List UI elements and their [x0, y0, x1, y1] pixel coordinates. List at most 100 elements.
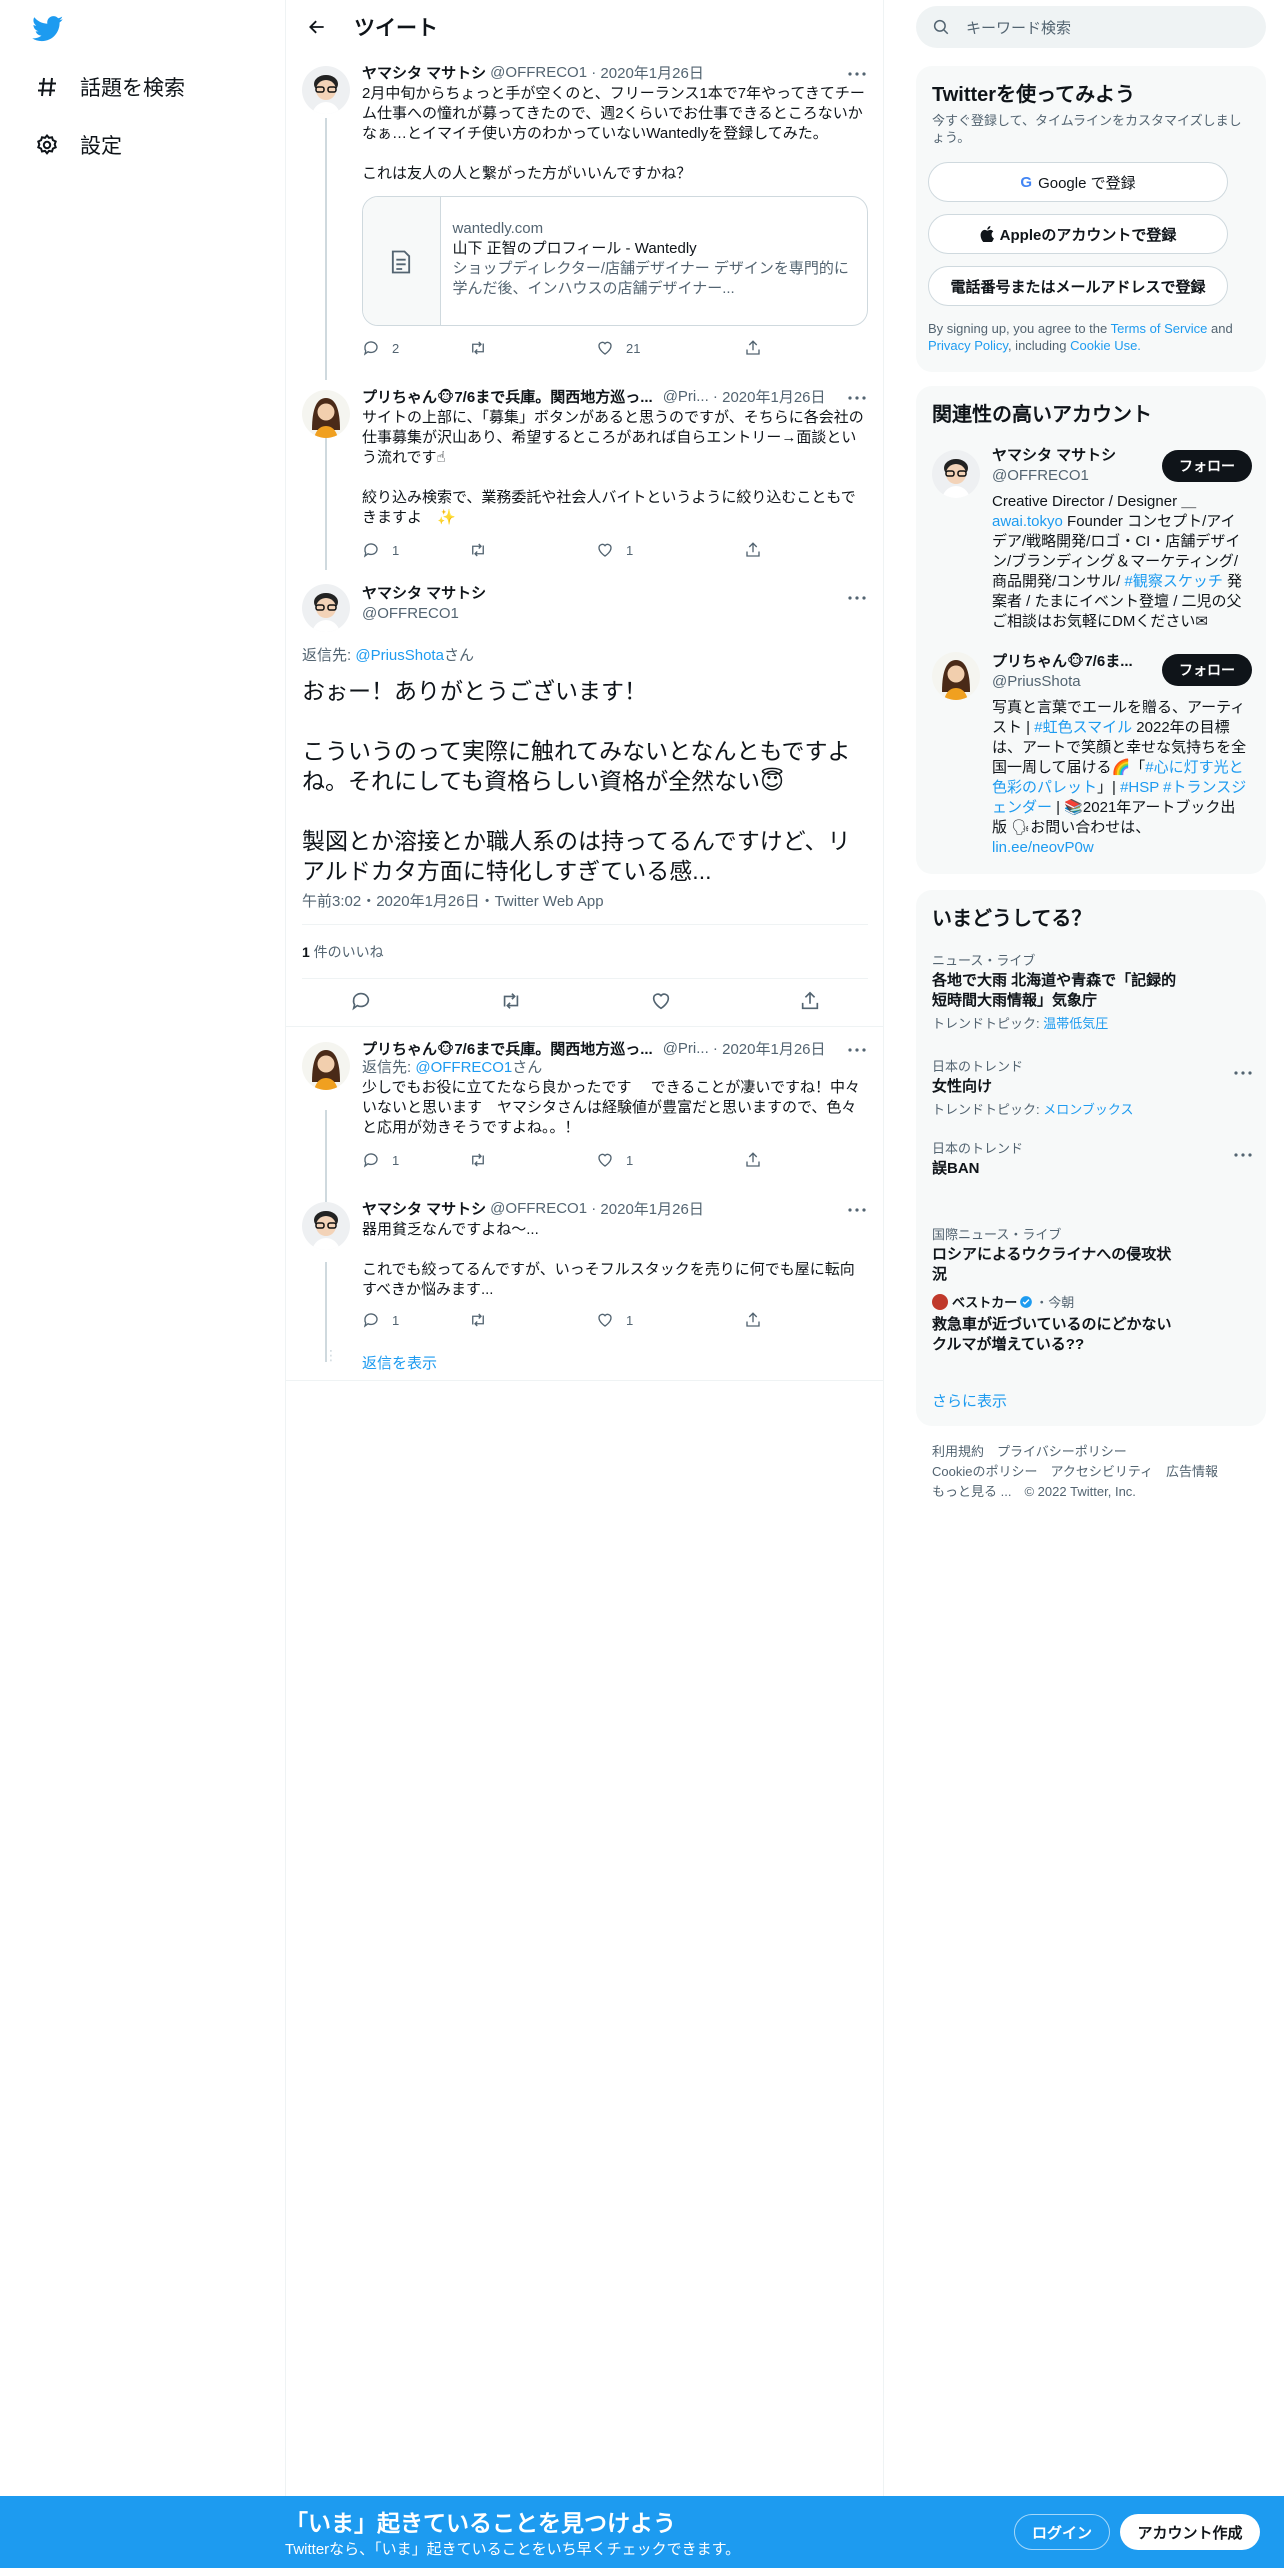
tweet[interactable]: ヤマシタ マサトシ @OFFRECO1 · 2020年1月26日 器用貧乏なんで…	[286, 1198, 884, 1330]
like-button[interactable]: 1	[596, 1151, 744, 1169]
share-icon[interactable]	[799, 990, 821, 1017]
more-options-icon[interactable]	[1234, 1144, 1252, 1162]
share-button[interactable]	[744, 1151, 850, 1169]
reply-to-link[interactable]: @PriusShota	[355, 647, 444, 664]
reply-to-link[interactable]: @OFFRECO1	[415, 1059, 512, 1076]
more-options-icon[interactable]	[846, 1200, 868, 1220]
retweet-button[interactable]	[468, 339, 596, 357]
privacy-link[interactable]: Privacy Policy	[928, 338, 1008, 353]
tweet[interactable]: プリちゃん🐵7/6まで兵庫。関西地方巡っ... @Pri... · 2020年1…	[286, 1038, 884, 1170]
author-name[interactable]: プリちゃん🐵7/6まで兵庫。関西地方巡っ...	[362, 1038, 653, 1059]
login-button[interactable]: ログイン	[1014, 2514, 1110, 2550]
show-more-link[interactable]: さらに表示	[932, 1390, 1007, 1411]
tweet-header: プリちゃん🐵7/6まで兵庫。関西地方巡っ... @Pri... · 2020年1…	[362, 1038, 826, 1059]
follow-button[interactable]: フォロー	[1162, 654, 1252, 686]
back-arrow-icon[interactable]	[300, 10, 334, 44]
account-name[interactable]: ヤマシタ マサトシ	[992, 446, 1116, 466]
like-button[interactable]: 21	[596, 339, 744, 357]
author-name[interactable]: ヤマシタ マサトシ	[362, 1198, 486, 1219]
nav-settings-label: 設定	[80, 135, 122, 158]
footer-line[interactable]: 利用規約 プライバシーポリシー	[932, 1442, 1218, 1462]
reply-button[interactable]: 1	[362, 541, 468, 559]
bio-link[interactable]: lin.ee/neovP0w	[992, 839, 1094, 856]
tweet-date[interactable]: 2020年1月26日	[722, 1038, 825, 1059]
avatar[interactable]	[302, 66, 350, 114]
likes-summary[interactable]: 1 件のいいね	[302, 942, 384, 962]
reply-icon[interactable]	[350, 990, 372, 1017]
link-card[interactable]: wantedly.com 山下 正智のプロフィール - Wantedly ショッ…	[362, 196, 868, 326]
author-name[interactable]: プリちゃん🐵7/6まで兵庫。関西地方巡っ...	[362, 386, 653, 407]
author-handle[interactable]: @Pri...	[663, 388, 709, 405]
bio-link[interactable]: awai.tokyo	[992, 513, 1063, 530]
reply-button[interactable]: 2	[362, 339, 468, 357]
bio-hashtag[interactable]: #虹色スマイル	[1034, 719, 1132, 736]
more-options-icon[interactable]	[1234, 1062, 1252, 1080]
footer-more[interactable]: もっと見る ...	[932, 1484, 1011, 1499]
share-button[interactable]	[744, 541, 850, 559]
tweet-date[interactable]: 2020年1月26日	[722, 386, 825, 407]
phone-email-signup-button[interactable]: 電話番号またはメールアドレスで登録	[928, 266, 1228, 306]
avatar[interactable]	[932, 450, 980, 498]
trend-item[interactable]: 日本のトレンド 誤BAN	[932, 1138, 1252, 1179]
account-handle[interactable]: @PriusShota	[992, 672, 1142, 692]
author-handle[interactable]: @Pri...	[663, 1040, 709, 1057]
retweet-button[interactable]	[468, 541, 596, 559]
more-options-icon[interactable]	[846, 388, 868, 408]
trend-item[interactable]: 国際ニュース・ライブ ロシアによるウクライナへの侵攻状況	[932, 1224, 1252, 1285]
author-name[interactable]: ヤマシタ マサトシ	[362, 584, 486, 604]
more-options-icon[interactable]	[846, 1040, 868, 1060]
author-handle[interactable]: @OFFRECO1	[490, 1200, 587, 1217]
terms-link[interactable]: Terms of Service	[1111, 321, 1208, 336]
author-handle[interactable]: @OFFRECO1	[362, 604, 486, 624]
nav-explore[interactable]: 話題を検索	[34, 72, 185, 102]
footer-line[interactable]: Cookieのポリシー アクセシビリティ 広告情報	[932, 1462, 1218, 1482]
cookie-link[interactable]: Cookie Use.	[1070, 338, 1141, 353]
retweet-icon[interactable]	[499, 990, 523, 1017]
retweet-button[interactable]	[468, 1151, 596, 1169]
more-options-icon[interactable]	[846, 588, 868, 608]
avatar[interactable]	[932, 652, 980, 700]
heart-icon[interactable]	[650, 990, 672, 1017]
share-button[interactable]	[744, 339, 850, 357]
bio-hashtag[interactable]: #観察スケッチ	[1125, 573, 1223, 590]
footer-links: 利用規約 プライバシーポリシー Cookieのポリシー アクセシビリティ 広告情…	[932, 1442, 1218, 1502]
apple-signup-button[interactable]: Appleのアカウントで登録	[928, 214, 1228, 254]
account-card[interactable]: プリちゃん🐵7/6ま... @PriusShota フォロー 写真と言葉でエール…	[916, 652, 1266, 862]
tweet-text: 器用貧乏なんですよね〜... これでも絞ってるんですが、いっそフルスタックを売り…	[362, 1221, 855, 1298]
account-name[interactable]: プリちゃん🐵7/6ま...	[992, 652, 1142, 672]
more-options-icon[interactable]	[846, 64, 868, 84]
apple-icon	[980, 226, 994, 242]
show-replies-link[interactable]: 返信を表示	[362, 1352, 437, 1373]
tweet[interactable]: プリちゃん🐵7/6まで兵庫。関西地方巡っ... @Pri... · 2020年1…	[286, 386, 884, 560]
account-bio: 写真と言葉でエールを贈る、アーティスト | #虹色スマイル 2022年の目標は、…	[992, 699, 1247, 856]
trend-item[interactable]: 日本のトレンド 女性向け トレンドトピック: メロンブックス	[932, 1056, 1252, 1118]
follow-button[interactable]: フォロー	[1162, 450, 1252, 482]
reply-icon	[363, 1153, 378, 1168]
reply-button[interactable]: 1	[362, 1311, 468, 1329]
tweet-date[interactable]: 2020年1月26日	[600, 62, 703, 83]
avatar[interactable]	[302, 584, 350, 632]
reply-button[interactable]: 1	[362, 1151, 468, 1169]
account-handle[interactable]: @OFFRECO1	[992, 466, 1116, 486]
avatar[interactable]	[302, 390, 350, 438]
google-signup-button[interactable]: G Google で登録	[928, 162, 1228, 202]
bottom-bar-subtitle: Twitterなら、「いま」起きていることをいち早くチェックできます。	[285, 2541, 741, 2558]
share-button[interactable]	[744, 1311, 850, 1329]
nav-settings[interactable]: 設定	[34, 130, 122, 160]
like-button[interactable]: 1	[596, 1311, 744, 1329]
signup-button[interactable]: アカウント作成	[1120, 2514, 1260, 2550]
tweet-date[interactable]: 2020年1月26日	[600, 1198, 703, 1219]
avatar[interactable]	[302, 1202, 350, 1250]
avatar[interactable]	[302, 1042, 350, 1090]
search-input[interactable]: キーワード検索	[916, 6, 1266, 48]
author-handle[interactable]: @OFFRECO1	[490, 64, 587, 81]
like-button[interactable]: 1	[596, 541, 744, 559]
twitter-logo-icon[interactable]	[32, 16, 64, 42]
tweet[interactable]: ヤマシタ マサトシ @OFFRECO1 · 2020年1月26日 2月中旬からち…	[286, 62, 884, 358]
trend-item[interactable]: ニュース・ライブ 各地で大雨 北海道や青森で「記録的短時間大雨情報」気象庁 トレ…	[932, 950, 1252, 1032]
account-card[interactable]: ヤマシタ マサトシ @OFFRECO1 フォロー Creative Direct…	[916, 442, 1266, 638]
trend-item[interactable]: ベストカー ・今朝 救急車が近づいているのにどかないクルマが増えている??	[932, 1292, 1252, 1355]
retweet-button[interactable]	[468, 1311, 596, 1329]
author-name[interactable]: ヤマシタ マサトシ	[362, 62, 486, 83]
tweet-meta[interactable]: 午前3:02・2020年1月26日・Twitter Web App	[302, 890, 604, 911]
